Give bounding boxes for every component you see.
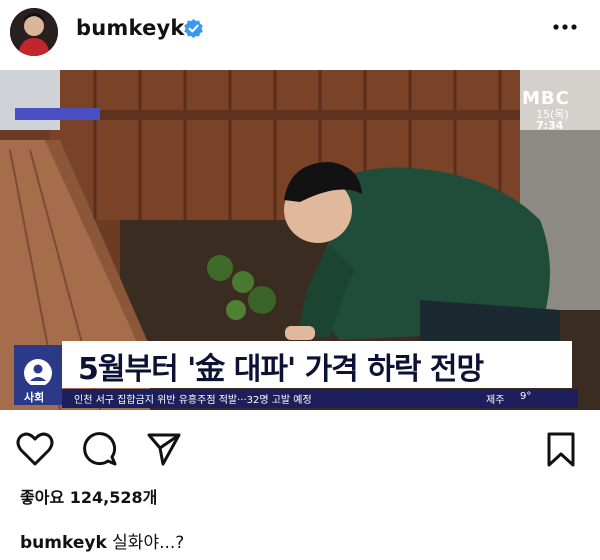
weather-temp: 9°	[520, 391, 532, 402]
heart-icon[interactable]	[16, 431, 54, 471]
weather-location: 제주	[486, 395, 505, 406]
post-caption: bumkeyk 실화야...?	[20, 528, 184, 553]
post-header: bumkeyk	[0, 0, 600, 62]
bookmark-icon[interactable]	[546, 431, 576, 473]
news-ticker: 인천 서구 집합금지 위반 유흥주점 적발···32명 고발 예정	[74, 395, 312, 406]
avatar[interactable]	[10, 8, 58, 56]
post-actions	[0, 425, 600, 475]
comment-icon[interactable]	[82, 431, 118, 471]
news-section-label: 사회	[24, 391, 45, 404]
broadcast-time: 7:34	[536, 119, 564, 132]
verified-badge-icon	[184, 19, 203, 38]
caption-username[interactable]: bumkeyk	[20, 533, 107, 553]
more-horizontal-icon[interactable]	[550, 15, 580, 39]
news-headline: 5월부터 '金 대파' 가격 하락 전망	[78, 352, 484, 387]
person-icon	[24, 359, 52, 387]
post-username[interactable]: bumkeyk	[76, 16, 185, 40]
likes-count[interactable]: 좋아요 124,528개	[20, 484, 157, 508]
caption-text: 실화야...?	[112, 533, 185, 553]
send-icon[interactable]	[146, 431, 182, 471]
